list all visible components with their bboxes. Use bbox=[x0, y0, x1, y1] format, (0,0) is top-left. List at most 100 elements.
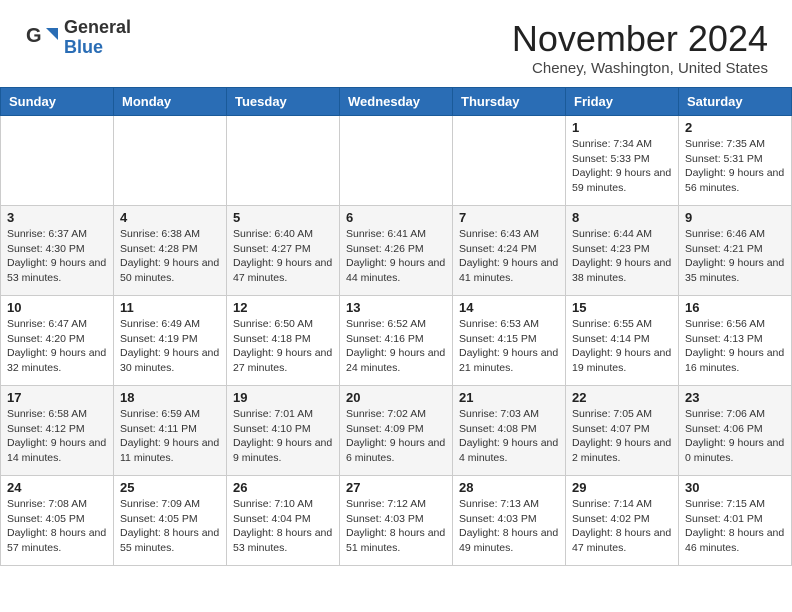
day-info: Sunrise: 6:47 AMSunset: 4:20 PMDaylight:… bbox=[7, 317, 107, 376]
day-info: Sunrise: 6:55 AMSunset: 4:14 PMDaylight:… bbox=[572, 317, 672, 376]
day-info: Sunrise: 7:01 AMSunset: 4:10 PMDaylight:… bbox=[233, 407, 333, 466]
day-number: 16 bbox=[685, 300, 785, 315]
day-number: 13 bbox=[346, 300, 446, 315]
day-info: Sunrise: 6:49 AMSunset: 4:19 PMDaylight:… bbox=[120, 317, 220, 376]
logo-general: General bbox=[64, 18, 131, 38]
day-number: 9 bbox=[685, 210, 785, 225]
day-number: 28 bbox=[459, 480, 559, 495]
calendar-cell: 21 Sunrise: 7:03 AMSunset: 4:08 PMDayligh… bbox=[453, 386, 566, 476]
day-number: 17 bbox=[7, 390, 107, 405]
calendar-cell: 27 Sunrise: 7:12 AMSunset: 4:03 PMDayligh… bbox=[340, 476, 453, 566]
day-info: Sunrise: 6:46 AMSunset: 4:21 PMDaylight:… bbox=[685, 227, 785, 286]
calendar-cell: 7Sunrise: 6:43 AMSunset: 4:24 PMDaylight… bbox=[453, 206, 566, 296]
day-number: 7 bbox=[459, 210, 559, 225]
weekday-header-row: SundayMondayTuesdayWednesdayThursdayFrid… bbox=[1, 88, 792, 116]
calendar-week-1: 1Sunrise: 7:34 AMSunset: 5:33 PMDaylight… bbox=[1, 116, 792, 206]
day-number: 23 bbox=[685, 390, 785, 405]
calendar-table: SundayMondayTuesdayWednesdayThursdayFrid… bbox=[0, 87, 792, 566]
weekday-header-saturday: Saturday bbox=[679, 88, 792, 116]
calendar-cell: 29 Sunrise: 7:14 AMSunset: 4:02 PMDayligh… bbox=[566, 476, 679, 566]
calendar-week-3: 10Sunrise: 6:47 AMSunset: 4:20 PMDayligh… bbox=[1, 296, 792, 386]
day-info: Sunrise: 7:12 AMSunset: 4:03 PMDaylight:… bbox=[346, 497, 446, 556]
day-info: Sunrise: 7:15 AMSunset: 4:01 PMDaylight:… bbox=[685, 497, 785, 556]
day-number: 30 bbox=[685, 480, 785, 495]
day-info: Sunrise: 7:05 AMSunset: 4:07 PMDaylight:… bbox=[572, 407, 672, 466]
day-info: Sunrise: 7:10 AMSunset: 4:04 PMDaylight:… bbox=[233, 497, 333, 556]
calendar-cell bbox=[453, 116, 566, 206]
weekday-header-wednesday: Wednesday bbox=[340, 88, 453, 116]
day-info: Sunrise: 7:34 AMSunset: 5:33 PMDaylight:… bbox=[572, 137, 672, 196]
day-number: 15 bbox=[572, 300, 672, 315]
page-header: G General Blue November 2024 Cheney, Was… bbox=[0, 0, 792, 87]
day-info: Sunrise: 6:44 AMSunset: 4:23 PMDaylight:… bbox=[572, 227, 672, 286]
weekday-header-tuesday: Tuesday bbox=[227, 88, 340, 116]
day-info: Sunrise: 7:06 AMSunset: 4:06 PMDaylight:… bbox=[685, 407, 785, 466]
day-info: Sunrise: 7:08 AMSunset: 4:05 PMDaylight:… bbox=[7, 497, 107, 556]
day-info: Sunrise: 6:41 AMSunset: 4:26 PMDaylight:… bbox=[346, 227, 446, 286]
calendar-cell bbox=[340, 116, 453, 206]
calendar-cell: 2 Sunrise: 7:35 AMSunset: 5:31 PMDaylight… bbox=[679, 116, 792, 206]
logo: G General Blue bbox=[24, 18, 131, 58]
day-number: 4 bbox=[120, 210, 220, 225]
calendar-cell: 17 Sunrise: 6:58 AMSunset: 4:12 PMDayligh… bbox=[1, 386, 114, 476]
weekday-header-thursday: Thursday bbox=[453, 88, 566, 116]
day-number: 2 bbox=[685, 120, 785, 135]
day-info: Sunrise: 7:14 AMSunset: 4:02 PMDaylight:… bbox=[572, 497, 672, 556]
calendar-cell: 30 Sunrise: 7:15 AMSunset: 4:01 PMDayligh… bbox=[679, 476, 792, 566]
day-number: 21 bbox=[459, 390, 559, 405]
day-number: 6 bbox=[346, 210, 446, 225]
day-number: 27 bbox=[346, 480, 446, 495]
title-block: November 2024 Cheney, Washington, United… bbox=[512, 18, 768, 77]
day-info: Sunrise: 7:09 AMSunset: 4:05 PMDaylight:… bbox=[120, 497, 220, 556]
calendar-cell: 28 Sunrise: 7:13 AMSunset: 4:03 PMDayligh… bbox=[453, 476, 566, 566]
day-info: Sunrise: 6:38 AMSunset: 4:28 PMDaylight:… bbox=[120, 227, 220, 286]
day-number: 3 bbox=[7, 210, 107, 225]
day-number: 29 bbox=[572, 480, 672, 495]
day-number: 25 bbox=[120, 480, 220, 495]
calendar-cell: 14 Sunrise: 6:53 AMSunset: 4:15 PMDayligh… bbox=[453, 296, 566, 386]
calendar-cell: 8 Sunrise: 6:44 AMSunset: 4:23 PMDaylight… bbox=[566, 206, 679, 296]
day-info: Sunrise: 6:56 AMSunset: 4:13 PMDaylight:… bbox=[685, 317, 785, 376]
day-number: 5 bbox=[233, 210, 333, 225]
calendar-cell: 22 Sunrise: 7:05 AMSunset: 4:07 PMDayligh… bbox=[566, 386, 679, 476]
day-info: Sunrise: 6:37 AMSunset: 4:30 PMDaylight:… bbox=[7, 227, 107, 286]
calendar-week-2: 3 Sunrise: 6:37 AMSunset: 4:30 PMDaylight… bbox=[1, 206, 792, 296]
calendar-cell: 5 Sunrise: 6:40 AMSunset: 4:27 PMDaylight… bbox=[227, 206, 340, 296]
weekday-header-monday: Monday bbox=[114, 88, 227, 116]
day-info: Sunrise: 7:35 AMSunset: 5:31 PMDaylight:… bbox=[685, 137, 785, 196]
calendar-cell bbox=[227, 116, 340, 206]
calendar-cell: 12 Sunrise: 6:50 AMSunset: 4:18 PMDayligh… bbox=[227, 296, 340, 386]
calendar-cell: 23 Sunrise: 7:06 AMSunset: 4:06 PMDayligh… bbox=[679, 386, 792, 476]
day-info: Sunrise: 7:13 AMSunset: 4:03 PMDaylight:… bbox=[459, 497, 559, 556]
calendar-cell: 6 Sunrise: 6:41 AMSunset: 4:26 PMDaylight… bbox=[340, 206, 453, 296]
calendar-cell: 3 Sunrise: 6:37 AMSunset: 4:30 PMDaylight… bbox=[1, 206, 114, 296]
calendar-cell: 18Sunrise: 6:59 AMSunset: 4:11 PMDayligh… bbox=[114, 386, 227, 476]
calendar-cell: 19Sunrise: 7:01 AMSunset: 4:10 PMDayligh… bbox=[227, 386, 340, 476]
calendar-cell bbox=[114, 116, 227, 206]
day-number: 14 bbox=[459, 300, 559, 315]
calendar-cell: 13 Sunrise: 6:52 AMSunset: 4:16 PMDayligh… bbox=[340, 296, 453, 386]
day-info: Sunrise: 6:58 AMSunset: 4:12 PMDaylight:… bbox=[7, 407, 107, 466]
generalblue-logo-icon: G bbox=[24, 20, 60, 56]
calendar-cell: 20Sunrise: 7:02 AMSunset: 4:09 PMDayligh… bbox=[340, 386, 453, 476]
day-number: 11 bbox=[120, 300, 220, 315]
day-info: Sunrise: 6:53 AMSunset: 4:15 PMDaylight:… bbox=[459, 317, 559, 376]
day-number: 22 bbox=[572, 390, 672, 405]
calendar-cell: 11 Sunrise: 6:49 AMSunset: 4:19 PMDayligh… bbox=[114, 296, 227, 386]
day-info: Sunrise: 6:40 AMSunset: 4:27 PMDaylight:… bbox=[233, 227, 333, 286]
calendar-week-5: 24 Sunrise: 7:08 AMSunset: 4:05 PMDayligh… bbox=[1, 476, 792, 566]
day-number: 24 bbox=[7, 480, 107, 495]
calendar-cell: 16 Sunrise: 6:56 AMSunset: 4:13 PMDayligh… bbox=[679, 296, 792, 386]
day-number: 26 bbox=[233, 480, 333, 495]
calendar-cell: 15 Sunrise: 6:55 AMSunset: 4:14 PMDayligh… bbox=[566, 296, 679, 386]
day-info: Sunrise: 6:52 AMSunset: 4:16 PMDaylight:… bbox=[346, 317, 446, 376]
day-number: 12 bbox=[233, 300, 333, 315]
calendar-cell: 1Sunrise: 7:34 AMSunset: 5:33 PMDaylight… bbox=[566, 116, 679, 206]
calendar-week-4: 17 Sunrise: 6:58 AMSunset: 4:12 PMDayligh… bbox=[1, 386, 792, 476]
day-info: Sunrise: 6:50 AMSunset: 4:18 PMDaylight:… bbox=[233, 317, 333, 376]
calendar-cell bbox=[1, 116, 114, 206]
day-number: 8 bbox=[572, 210, 672, 225]
calendar-cell: 4 Sunrise: 6:38 AMSunset: 4:28 PMDaylight… bbox=[114, 206, 227, 296]
month-title: November 2024 bbox=[512, 18, 768, 60]
day-info: Sunrise: 7:03 AMSunset: 4:08 PMDaylight:… bbox=[459, 407, 559, 466]
